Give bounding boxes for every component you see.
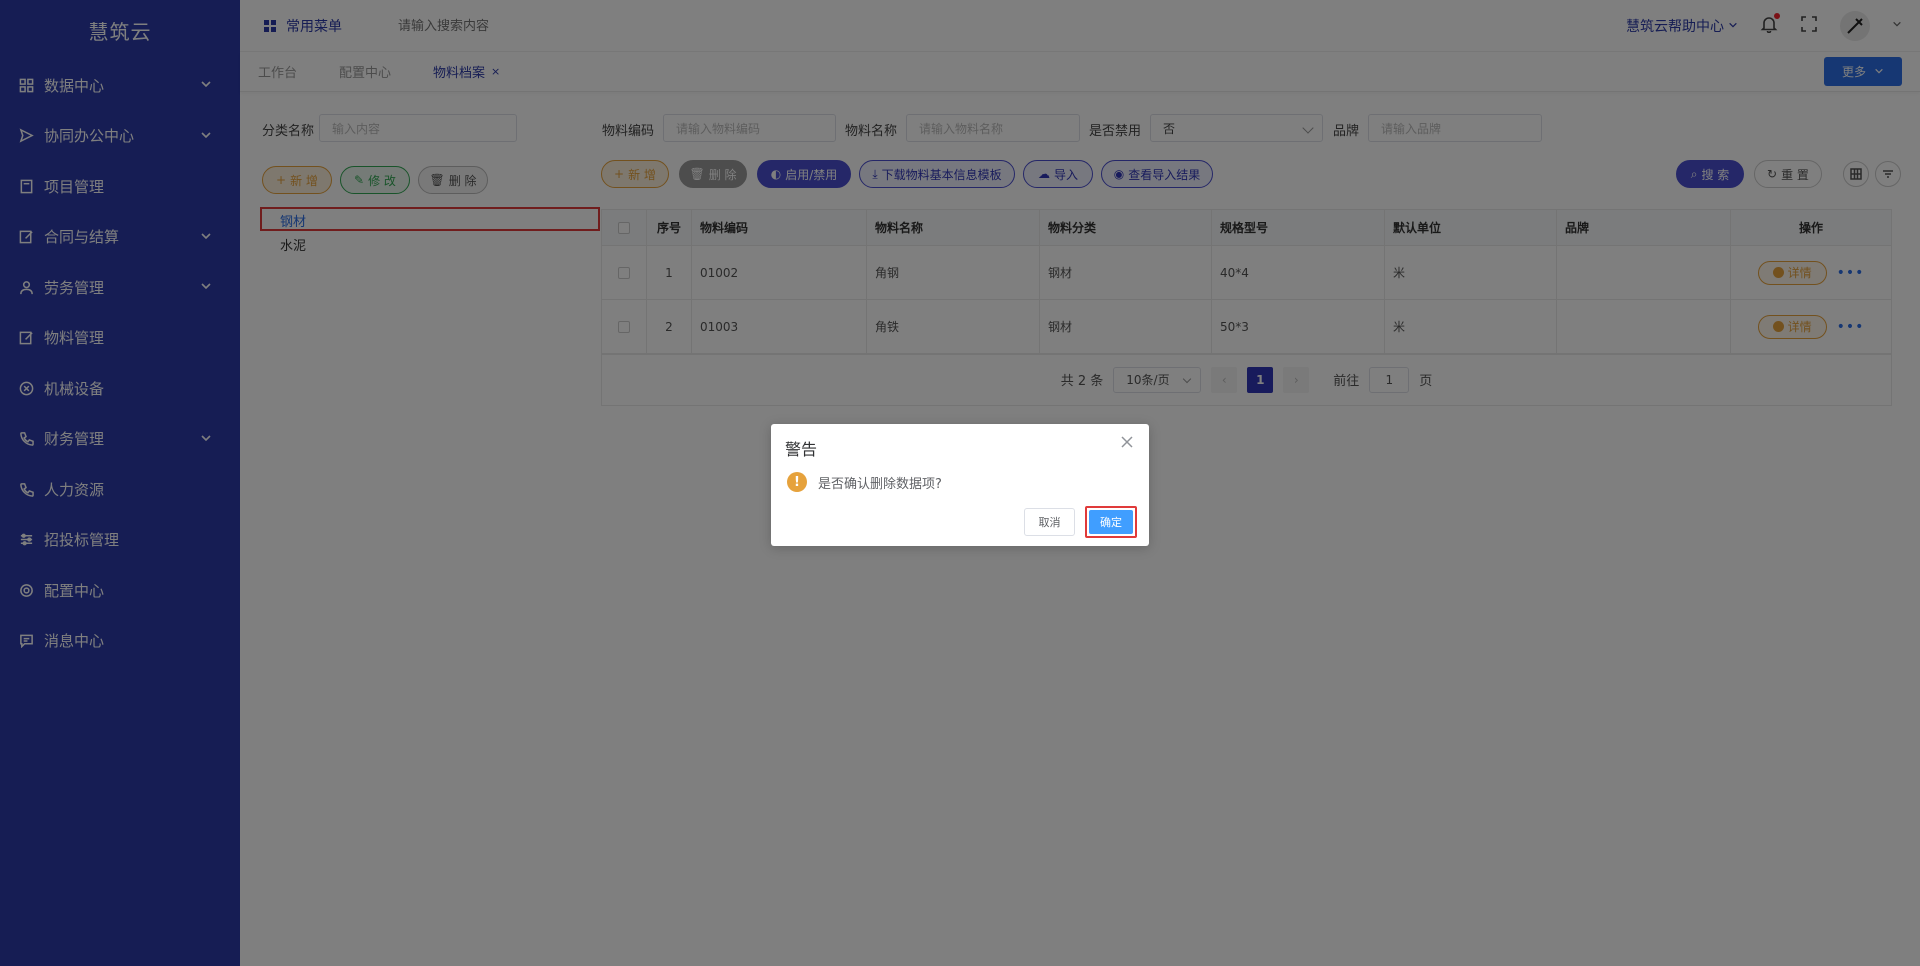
cancel-button[interactable]: 取消 [1024,508,1075,536]
dialog-message: 是否确认删除数据项? [818,477,942,492]
confirm-button[interactable]: 确定 [1089,510,1133,534]
dialog-title: 警告 [785,440,818,459]
warning-icon: ! [787,472,807,492]
confirm-button-highlight: 确定 [1085,506,1137,538]
confirm-dialog: 警告 ! 是否确认删除数据项? 取消 确定 [771,424,1149,546]
close-icon[interactable] [1121,436,1135,450]
